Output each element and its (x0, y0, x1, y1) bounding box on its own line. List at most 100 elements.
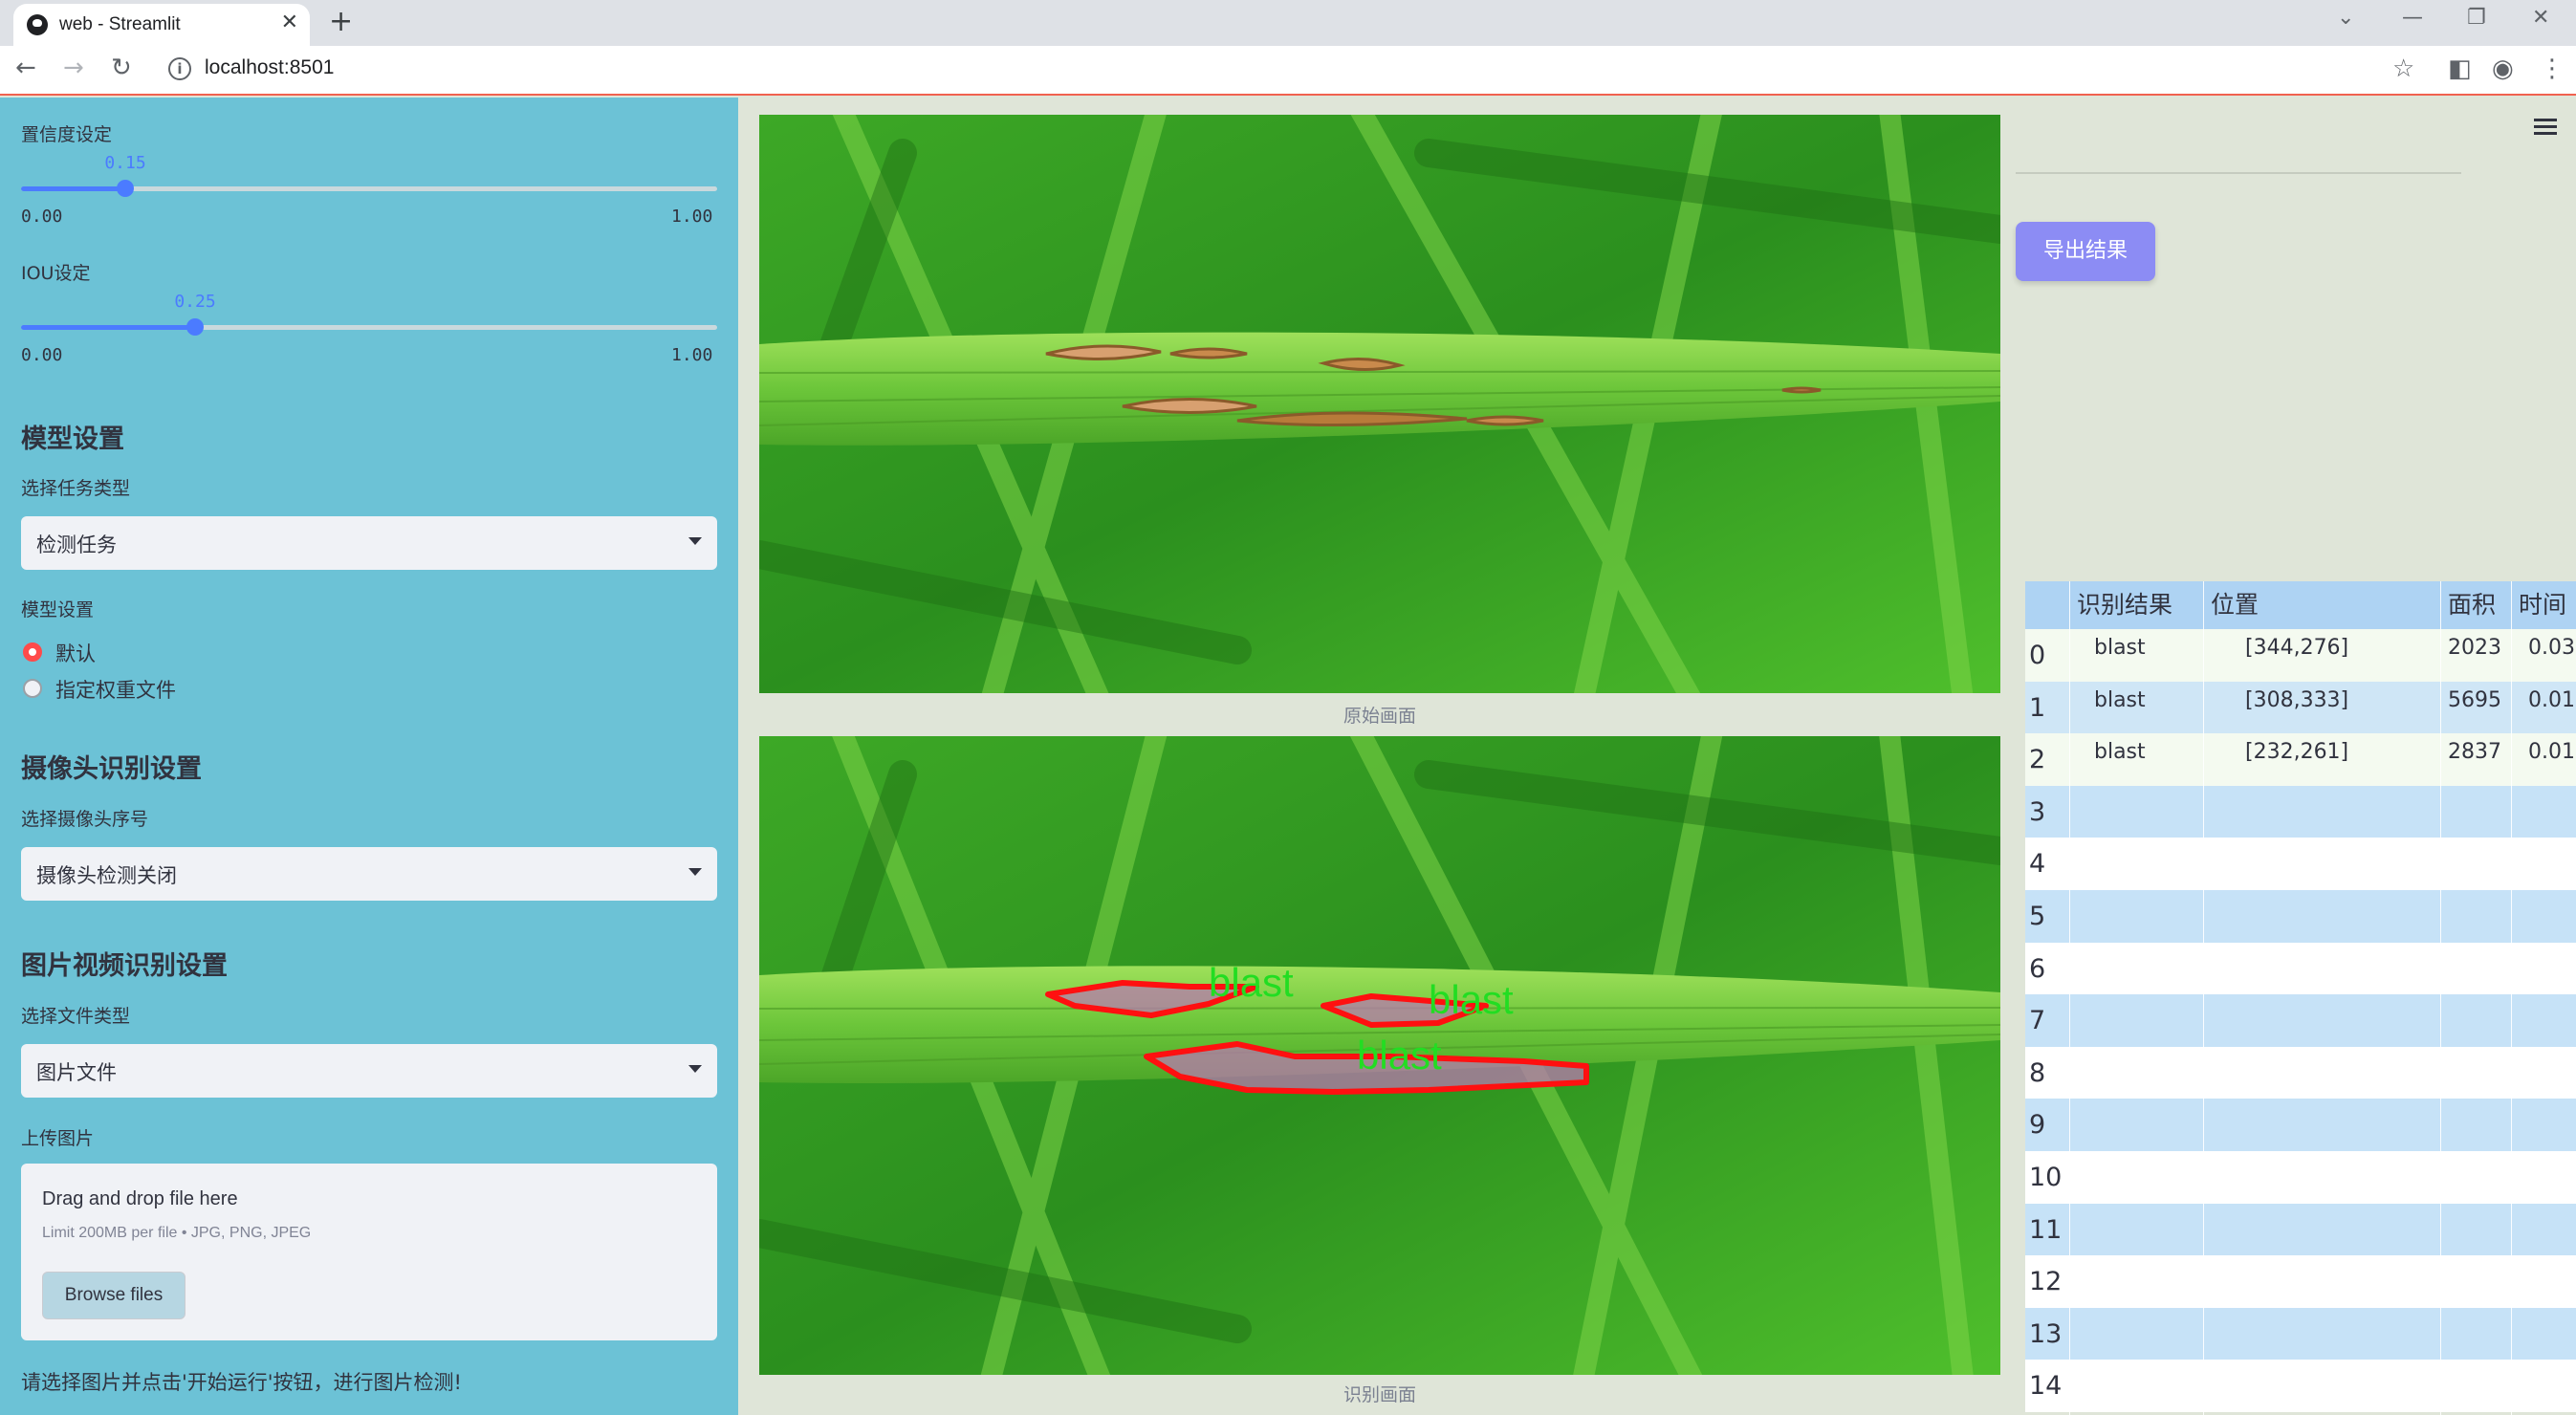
upload-title: Drag and drop file here (42, 1188, 238, 1209)
original-caption: 原始画面 (1343, 706, 1416, 727)
table-row[interactable]: 11 (2025, 1203, 2576, 1256)
hamburger-menu-icon[interactable] (2534, 119, 2557, 136)
table-row[interactable]: 3 (2025, 785, 2576, 838)
task-type-select[interactable]: 检测任务 (21, 516, 717, 570)
browse-files-button[interactable]: Browse files (42, 1272, 186, 1319)
row-index: 2 (2029, 745, 2046, 775)
divider (2016, 172, 2461, 174)
browser-tab-bar: web - Streamlit ✕ + ⌄ — ❐ ✕ (0, 0, 2576, 46)
iou-min: 0.00 (21, 345, 63, 365)
tab-search-chevron-icon[interactable]: ⌄ (2337, 6, 2354, 30)
table-header-row: 识别结果 位置 面积 时间 (2025, 581, 2576, 629)
confidence-slider-fill (21, 186, 126, 191)
new-tab-icon[interactable]: + (329, 5, 353, 38)
cell-area: 2837 (2448, 740, 2501, 765)
row-index: 11 (2029, 1214, 2063, 1245)
chevron-down-icon (688, 868, 702, 876)
cell-time: 0.03 (2528, 636, 2575, 660)
back-icon[interactable]: ← (15, 54, 36, 82)
table-row[interactable]: 6 (2025, 942, 2576, 995)
task-type-label: 选择任务类型 (21, 478, 131, 499)
table-row[interactable]: 12 (2025, 1255, 2576, 1309)
confidence-min: 0.00 (21, 207, 63, 227)
camera-index-select[interactable]: 摄像头检测关闭 (21, 847, 717, 901)
cell-time: 0.01 (2528, 687, 2575, 712)
table-row[interactable]: 8 (2025, 1046, 2576, 1099)
bookmark-star-icon[interactable]: ☆ (2392, 54, 2414, 83)
iou-value: 0.25 (174, 292, 216, 312)
chevron-down-icon (688, 537, 702, 545)
confidence-slider-thumb[interactable] (117, 180, 135, 197)
confidence-slider[interactable] (21, 180, 717, 197)
cell-position: [232,261] (2245, 740, 2349, 765)
table-row[interactable]: 7 (2025, 994, 2576, 1048)
minimize-icon[interactable]: — (2402, 6, 2423, 30)
table-row[interactable]: 4 (2025, 838, 2576, 891)
row-index: 4 (2029, 849, 2046, 880)
table-row[interactable]: 14 (2025, 1360, 2576, 1413)
table-row[interactable]: 13 (2025, 1307, 2576, 1361)
table-row[interactable]: 10 (2025, 1151, 2576, 1204)
tab-close-icon[interactable]: ✕ (281, 11, 298, 34)
rice-leaf-original-picture (759, 115, 2000, 693)
column-divider (2440, 581, 2441, 1415)
window-close-icon[interactable]: ✕ (2532, 6, 2549, 30)
chevron-down-icon (688, 1065, 702, 1073)
radio-custom-weights[interactable] (23, 679, 42, 698)
side-panel-icon[interactable]: ◧ (2448, 54, 2472, 83)
column-divider (2203, 581, 2204, 1415)
row-index: 5 (2029, 902, 2046, 931)
table-row[interactable]: 2 blast [232,261] 2837 0.01 (2025, 733, 2576, 787)
results-table[interactable]: 识别结果 位置 面积 时间 0 blast [344,276] 2023 0.03 1 bl… (2025, 581, 2576, 1415)
header-position: 位置 (2211, 591, 2259, 619)
file-uploader-dropzone[interactable]: Drag and drop file here Limit 200MB per … (21, 1164, 717, 1340)
row-index: 0 (2029, 641, 2046, 670)
sidebar-hint: 请选择图片并点击'开始运行'按钮，进行图片检测! (21, 1371, 462, 1394)
header-area: 面积 (2448, 591, 2497, 619)
cell-position: [308,333] (2245, 687, 2349, 712)
original-image (759, 115, 2000, 693)
table-row[interactable]: 0 blast [344,276] 2023 0.03 (2025, 629, 2576, 682)
file-type-select[interactable]: 图片文件 (21, 1044, 717, 1098)
camera-settings-header: 摄像头识别设置 (21, 754, 202, 784)
camera-index-label: 选择摄像头序号 (21, 809, 149, 830)
radio-custom-weights-label: 指定权重文件 (55, 679, 176, 702)
upload-limit: Limit 200MB per file • JPG, PNG, JPEG (42, 1225, 312, 1241)
cell-result: blast (2094, 687, 2146, 712)
forward-icon[interactable]: → (63, 54, 84, 82)
iou-slider-fill (21, 325, 195, 330)
table-row[interactable]: 5 (2025, 890, 2576, 943)
iou-slider-thumb[interactable] (186, 318, 204, 336)
row-index: 13 (2029, 1318, 2063, 1349)
confidence-label: 置信度设定 (21, 124, 113, 145)
sidebar: 置信度设定 0.15 0.00 1.00 IOU设定 0.25 0.00 1.0… (0, 98, 738, 1415)
detection-label-2: blast (1429, 977, 1514, 1022)
restore-icon[interactable]: ❐ (2467, 6, 2486, 30)
tab-title: web - Streamlit (59, 14, 181, 34)
header-result: 识别结果 (2077, 591, 2173, 619)
radio-default-label: 默认 (55, 642, 96, 665)
address-bar-url[interactable]: localhost:8501 (205, 56, 334, 79)
column-divider (2069, 581, 2070, 1415)
table-row[interactable]: 1 blast [308,333] 5695 0.01 (2025, 681, 2576, 734)
export-results-button[interactable]: 导出结果 (2016, 222, 2155, 281)
row-index: 3 (2029, 796, 2046, 827)
streamlit-favicon-icon (27, 14, 48, 35)
reload-icon[interactable]: ↻ (111, 54, 132, 82)
site-info-icon[interactable]: i (168, 57, 191, 80)
cell-area: 5695 (2448, 687, 2501, 712)
browser-tab[interactable]: web - Streamlit ✕ (13, 4, 310, 46)
detection-label-1: blast (1209, 960, 1294, 1005)
radio-default[interactable] (23, 642, 42, 662)
result-caption: 识别画面 (1343, 1384, 1416, 1405)
detection-label-3: blast (1357, 1033, 1442, 1078)
model-setting-label: 模型设置 (21, 599, 95, 620)
table-row[interactable]: 9 (2025, 1099, 2576, 1152)
row-index: 12 (2029, 1267, 2063, 1297)
header-time: 时间 (2519, 591, 2567, 619)
browser-menu-icon[interactable]: ⋮ (2540, 54, 2565, 83)
file-type-value: 图片文件 (36, 1061, 117, 1084)
profile-avatar-icon[interactable]: ◉ (2492, 54, 2514, 83)
media-settings-header: 图片视频识别设置 (21, 951, 228, 981)
iou-slider[interactable] (21, 318, 717, 336)
